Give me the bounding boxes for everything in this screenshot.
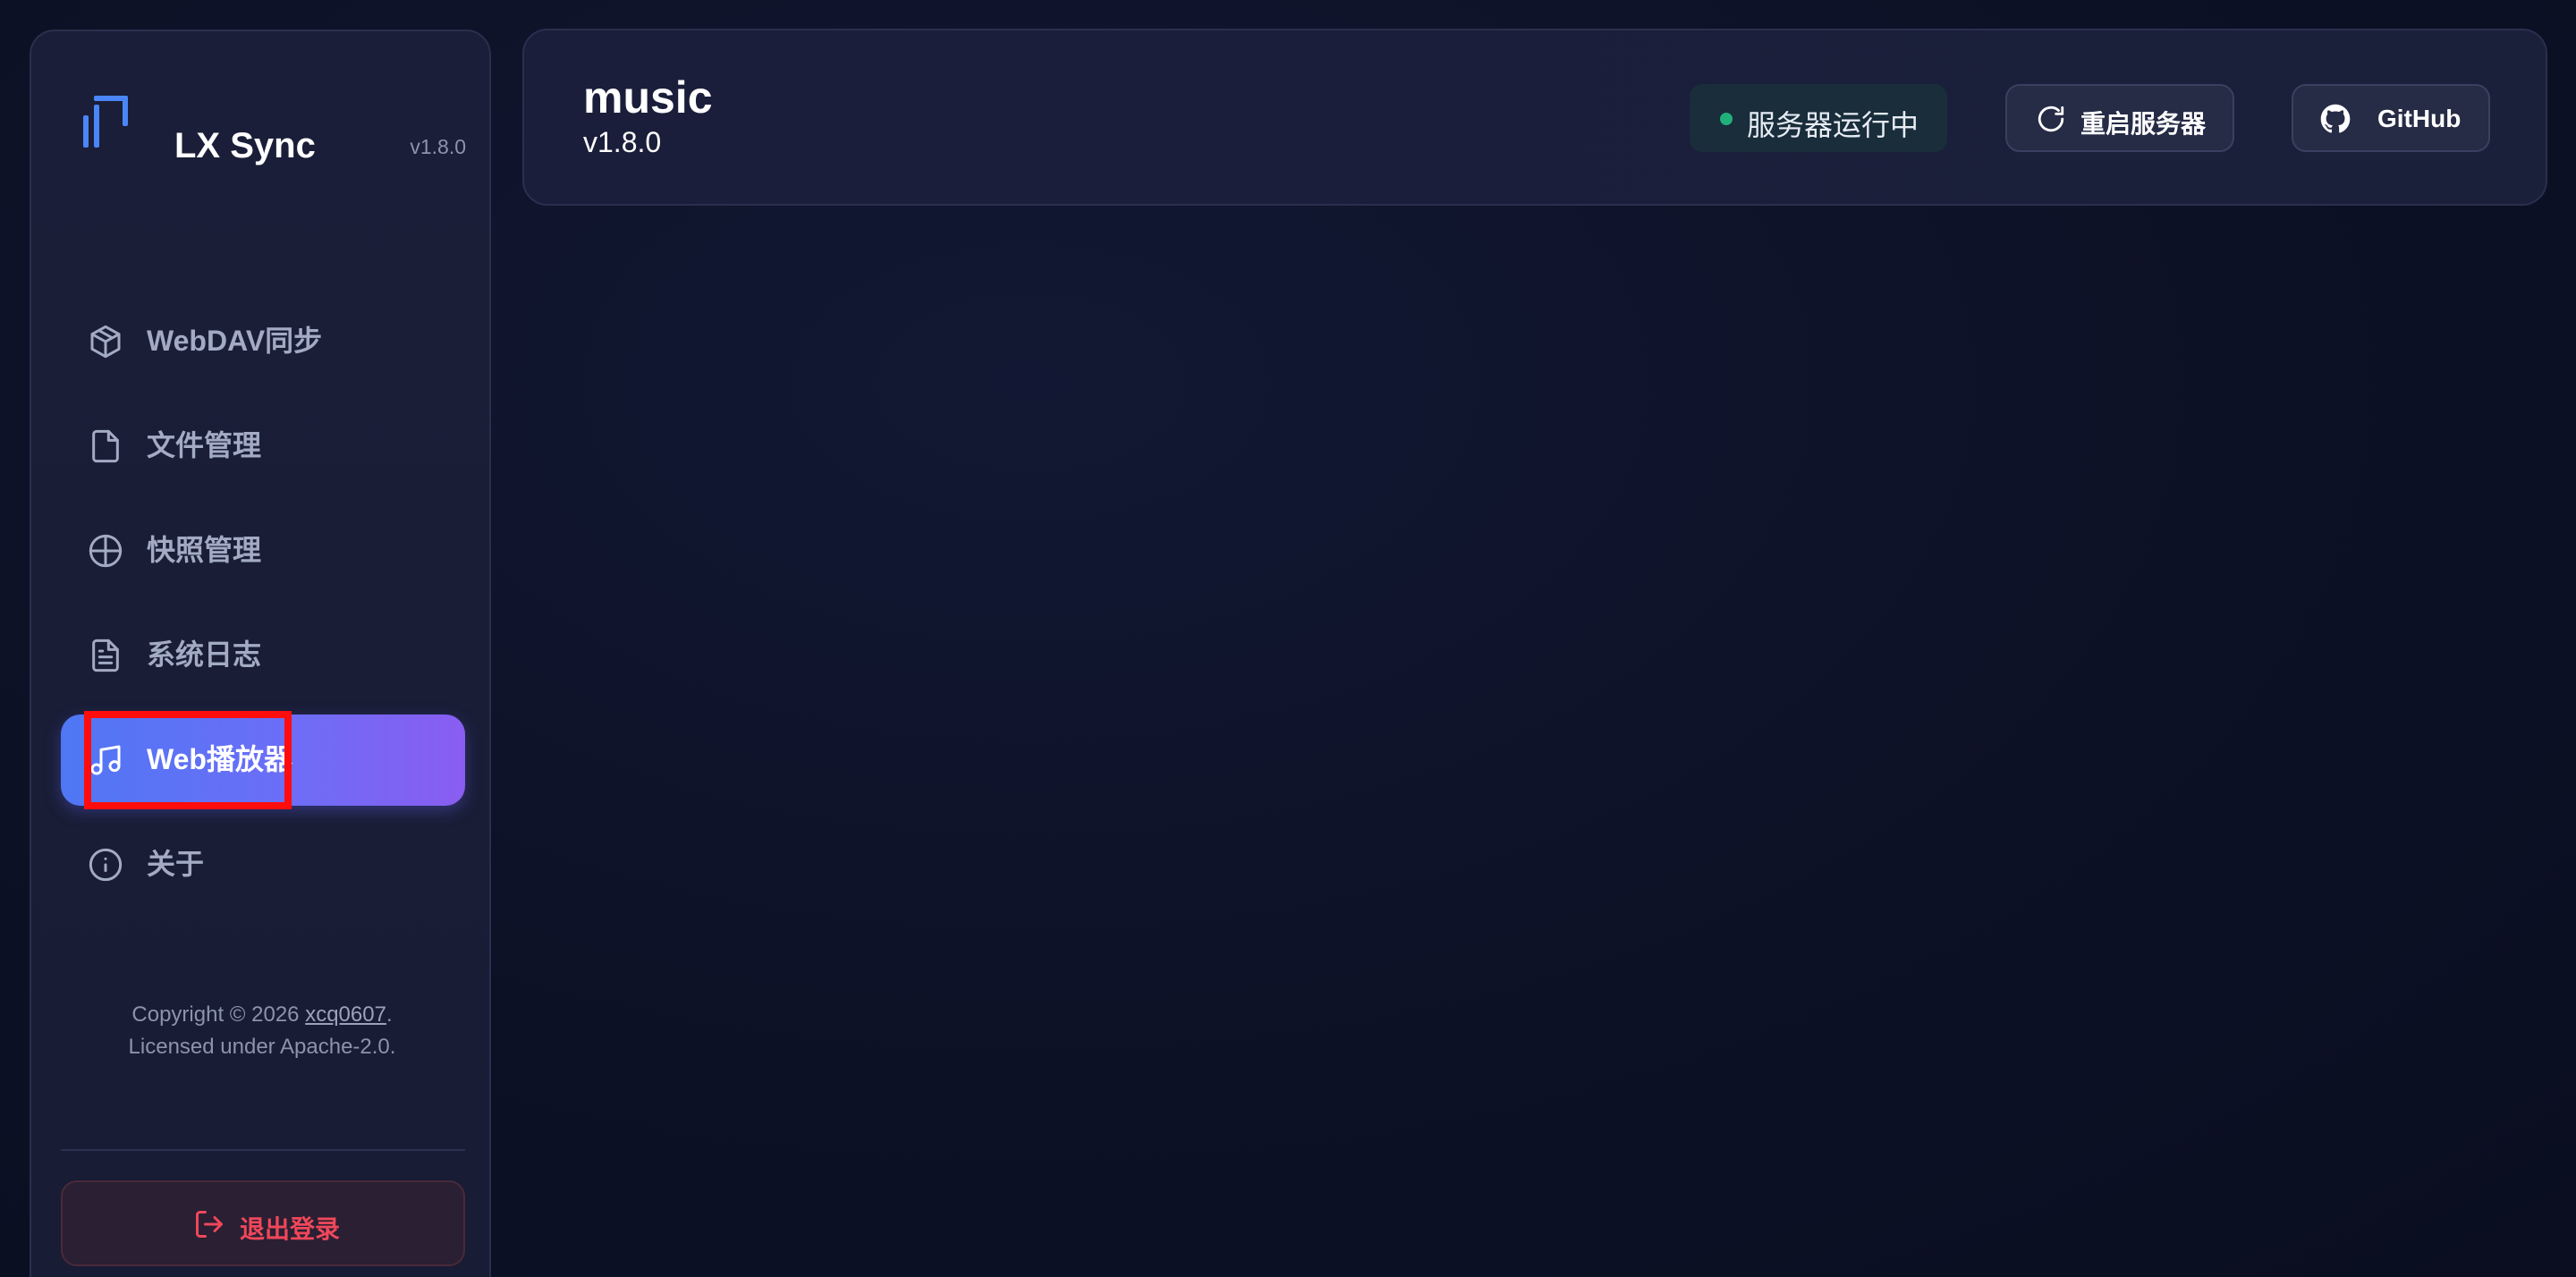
- copyright-line: Copyright © 2026 xcq0607.: [31, 999, 493, 1031]
- file-text-icon: [88, 638, 123, 673]
- sidebar-item-label: 关于: [147, 848, 205, 880]
- logout-icon: [193, 1208, 225, 1240]
- brand: LX Sync v1.8.0: [83, 92, 466, 182]
- sidebar-item-label: Web播放器: [147, 743, 292, 775]
- sidebar-nav: WebDAV同步 文件管理 快照管理 系统日志 Web播放器 关于: [61, 296, 465, 924]
- sidebar-divider: [61, 1149, 465, 1151]
- sidebar-item-label: 文件管理: [147, 429, 262, 461]
- status-dot: [1720, 113, 1733, 125]
- brand-version: v1.8.0: [410, 135, 466, 158]
- github-label: GitHub: [2377, 105, 2462, 132]
- sidebar-item-label: WebDAV同步: [147, 325, 323, 357]
- box-icon: [88, 324, 123, 359]
- music-icon: [88, 742, 123, 778]
- lx-logo-icon: [83, 92, 131, 148]
- file-icon: [88, 428, 123, 464]
- sidebar-item-webdav-sync[interactable]: WebDAV同步: [61, 296, 465, 387]
- brand-title: LX Sync: [174, 126, 316, 165]
- github-icon: [2320, 104, 2351, 134]
- copyright-notice: Copyright © 2026 xcq0607. Licensed under…: [31, 999, 493, 1063]
- license-line: Licensed under Apache-2.0.: [128, 1035, 396, 1059]
- sidebar-item-web-player[interactable]: Web播放器: [61, 711, 465, 809]
- info-icon: [88, 847, 123, 883]
- page-title: music: [583, 72, 713, 123]
- sidebar: LX Sync v1.8.0 WebDAV同步 文件管理 快照管理 系统日志 W…: [30, 30, 491, 1277]
- logout-button[interactable]: 退出登录: [61, 1180, 465, 1266]
- restart-server-button[interactable]: 重启服务器: [2005, 84, 2234, 152]
- sidebar-item-label: 快照管理: [147, 534, 262, 566]
- page-version: v1.8.0: [583, 126, 662, 158]
- status-text: 服务器运行中: [1747, 109, 1919, 141]
- restart-server-label: 重启服务器: [2080, 110, 2207, 138]
- github-button[interactable]: GitHub: [2292, 84, 2490, 152]
- crosshair-icon: [88, 533, 123, 569]
- copyright-suffix: .: [386, 1002, 393, 1027]
- sidebar-item-about[interactable]: 关于: [61, 819, 465, 910]
- page-header: music v1.8.0 服务器运行中 重启服务器 GitHub: [522, 29, 2547, 206]
- refresh-icon: [2036, 104, 2066, 134]
- server-status-badge: 服务器运行中: [1690, 84, 1947, 152]
- sidebar-item-snapshot-management[interactable]: 快照管理: [61, 505, 465, 596]
- logout-label: 退出登录: [240, 1215, 341, 1243]
- author-link[interactable]: xcq0607: [305, 1002, 386, 1027]
- main-content: [522, 224, 2547, 1252]
- sidebar-item-label: 系统日志: [147, 638, 262, 671]
- copyright-prefix: Copyright © 2026: [131, 1002, 306, 1027]
- sidebar-item-file-management[interactable]: 文件管理: [61, 401, 465, 492]
- sidebar-item-system-log[interactable]: 系统日志: [61, 610, 465, 701]
